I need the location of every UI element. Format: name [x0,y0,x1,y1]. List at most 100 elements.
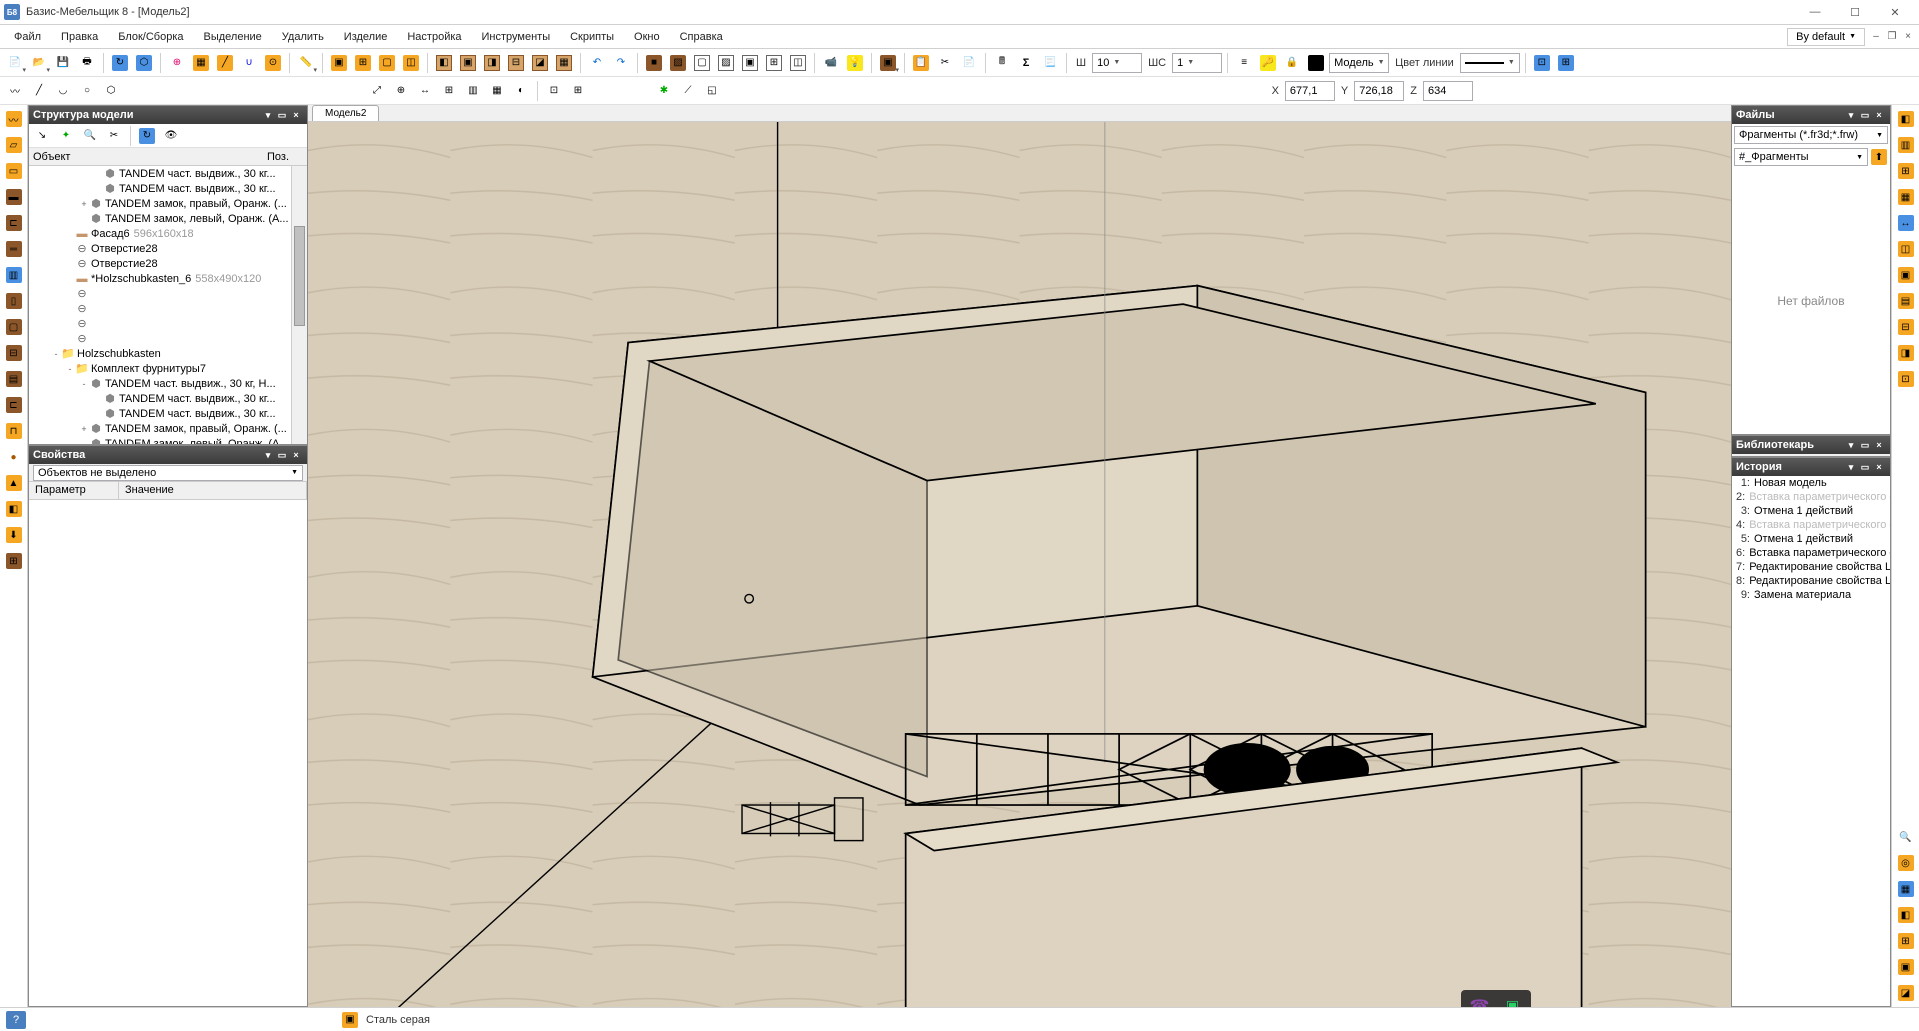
files-panel-close-button[interactable]: × [1872,110,1886,120]
doc-restore-button[interactable]: ❐ [1885,30,1899,44]
props-panel-pin-button[interactable]: ▭ [275,450,289,461]
rtb-1-icon[interactable]: ◧ [1894,107,1918,131]
coord-x-input[interactable] [1285,81,1335,101]
ltb-body-icon[interactable]: ◧ [2,497,26,521]
menu-block[interactable]: Блок/Сборка [108,28,193,46]
ltb-profile-icon[interactable]: ⊏ [2,211,26,235]
tree-item[interactable]: ⊖ [29,301,291,316]
history-body[interactable]: 1:Новая модель2:Вставка параметрического… [1732,476,1890,1006]
render-wire-button[interactable]: ▢ [691,52,713,74]
transform-6-button[interactable]: ▦ [486,80,508,102]
menu-product[interactable]: Изделие [334,28,398,46]
color-swatch[interactable] [1305,52,1327,74]
history-item[interactable]: 4:Вставка параметрического фраг [1732,518,1890,532]
props-panel-opts-button[interactable]: ▾ [261,450,275,461]
lock-button[interactable]: 🔒 [1281,52,1303,74]
select-all-button[interactable]: ⊞ [352,52,374,74]
props-panel-close-button[interactable]: × [289,450,303,460]
render-shaded-button[interactable]: ▨ [667,52,689,74]
lib-panel-opts-button[interactable]: ▾ [1844,440,1858,451]
tree-item[interactable]: ⊖ [29,316,291,331]
draw-polyline-button[interactable]: 〰 [4,80,26,102]
document-tab[interactable]: Модель2 [312,105,379,121]
files-up-button[interactable]: ⬆ [1870,148,1888,166]
render-solid-button[interactable]: ■ [643,52,665,74]
tree-item[interactable]: ⊖Отверстие28 [29,241,291,256]
ltb-door-icon[interactable]: ▤ [2,367,26,391]
viber-icon[interactable]: ☎ [1465,994,1494,1007]
coord-y-input[interactable] [1354,81,1404,101]
render-split-button[interactable]: ◫ [787,52,809,74]
tree-item[interactable]: ⊖ [29,286,291,301]
history-item[interactable]: 2:Вставка параметрического фраг [1732,490,1890,504]
calc-button[interactable]: 🖩 [991,52,1013,74]
magnet-button[interactable]: ∪ [238,52,260,74]
menu-window[interactable]: Окно [624,28,670,46]
aux-3-button[interactable]: ◱ [701,80,723,102]
layers-button[interactable]: ≡ [1233,52,1255,74]
history-panel-pin-button[interactable]: ▭ [1858,462,1872,473]
rtb-opt1-icon[interactable]: ◧ [1894,903,1918,927]
rtb-8-icon[interactable]: ▤ [1894,289,1918,313]
tree-item[interactable]: +⬢TANDEM замок, правый, Оранж. (... [29,421,291,436]
transform-7-button[interactable]: ◐ [510,80,532,102]
view-top-button[interactable]: ⊟ [505,52,527,74]
rtb-target-icon[interactable]: ◎ [1894,851,1918,875]
view-iso-button[interactable]: ◧ [433,52,455,74]
tree-item[interactable]: ⬢TANDEM част. выдвиж., 30 кг... [29,406,291,421]
tree-tb-find-icon[interactable]: 🔍 [79,125,101,147]
files-folder-combo[interactable]: #_Фрагменты▼ [1734,148,1868,166]
viewport-3d[interactable]: ☎ ▣ ◀ ⚙ [308,122,1731,1007]
ltb-drawer-icon[interactable]: ⊟ [2,341,26,365]
props-status-combo[interactable]: Объектов не выделено▼ [33,465,303,481]
transform-4-button[interactable]: ⊞ [438,80,460,102]
render-trans-button[interactable]: ▣ [739,52,761,74]
tree-tb-expand-icon[interactable]: ↘ [31,125,53,147]
save-button[interactable]: 💾 [52,52,74,74]
extent-button[interactable]: ⊡ [1531,52,1553,74]
lib-panel-close-button[interactable]: × [1872,440,1886,450]
undo-button[interactable]: ↶ [586,52,608,74]
tree-item[interactable]: -📁Holzschubkasten [29,346,291,361]
menu-file[interactable]: Файл [4,28,51,46]
cut-button[interactable]: ✂ [934,52,956,74]
ltb-sphere-icon[interactable]: ● [2,445,26,469]
transform-3-button[interactable]: ↔ [414,80,436,102]
lib-panel-pin-button[interactable]: ▭ [1858,440,1872,451]
doc-minimize-button[interactable]: – [1869,30,1883,44]
help-button[interactable]: ? [6,1011,26,1029]
sum-button[interactable]: Σ [1015,52,1037,74]
ltb-import-icon[interactable]: ⬇ [2,523,26,547]
mode-combo[interactable]: Модель▼ [1329,53,1389,73]
rtb-grid-icon[interactable]: ▦ [1894,877,1918,901]
transform-2-button[interactable]: ⊕ [390,80,412,102]
rtb-5-icon[interactable]: ↔ [1894,211,1918,235]
tree-item[interactable]: -📁Комплект фурнитуры7 [29,361,291,376]
rtb-7-icon[interactable]: ▣ [1894,263,1918,287]
menu-delete[interactable]: Удалить [272,28,334,46]
copy-button[interactable]: 📋 [910,52,932,74]
tree-item[interactable]: ⬢TANDEM част. выдвиж., 30 кг... [29,391,291,406]
open-button[interactable]: 📂▾ [28,52,50,74]
tree-tb-eye-icon[interactable]: 👁 [160,125,182,147]
ltb-plane-icon[interactable]: ▥ [2,263,26,287]
close-button[interactable]: ✕ [1875,0,1915,25]
tree-item[interactable]: ⬢TANDEM част. выдвиж., 30 кг... [29,166,291,181]
tree-tb-config-icon[interactable]: ✂ [103,125,125,147]
tree-item[interactable]: ▬*Holzschubkasten_6558x490x120 [29,271,291,286]
render-hidden-button[interactable]: ▨ [715,52,737,74]
minimize-button[interactable]: — [1795,0,1835,25]
light-button[interactable]: 💡 [844,52,866,74]
ltb-shelf-icon[interactable]: ⊏ [2,393,26,417]
tree-item[interactable]: +⬢TANDEM замок, правый, Оранж. (... [29,196,291,211]
tree-panel-pin-button[interactable]: ▭ [275,110,289,121]
rtb-6-icon[interactable]: ◫ [1894,237,1918,261]
history-panel-close-button[interactable]: × [1872,462,1886,472]
tree-body[interactable]: ⬢TANDEM част. выдвиж., 30 кг...⬢TANDEM ч… [29,166,307,444]
history-item[interactable]: 9:Замена материала [1732,588,1890,602]
draw-circle-button[interactable]: ○ [76,80,98,102]
rtb-opt3-icon[interactable]: ▣ [1894,955,1918,979]
rtb-opt4-icon[interactable]: ◪ [1894,981,1918,1005]
tree-tb-add-icon[interactable]: ✦ [55,125,77,147]
draw-arc-button[interactable]: ◡ [52,80,74,102]
